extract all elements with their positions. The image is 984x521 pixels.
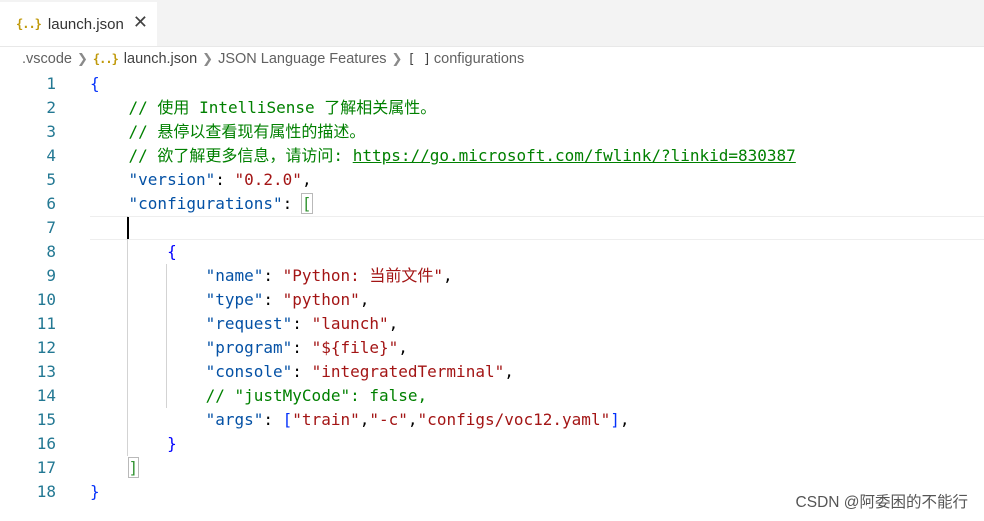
json-key: "args" <box>205 410 264 429</box>
watermark: CSDN @阿委困的不能行 <box>795 494 968 511</box>
comment-text: // 悬停以查看现有属性的描述。 <box>128 122 366 141</box>
line-number: 7 <box>46 218 56 237</box>
code-line: 11 "request": "launch", <box>0 312 984 336</box>
json-string: "${file}" <box>311 338 399 357</box>
line-number: 8 <box>46 242 56 261</box>
code-line: 10 "type": "python", <box>0 288 984 312</box>
json-string: "launch" <box>311 314 389 333</box>
code-line: 4 // 欲了解更多信息，请访问: https://go.microsoft.c… <box>0 144 984 168</box>
close-icon[interactable]: ✕ <box>133 13 148 31</box>
code-line: 13 "console": "integratedTerminal", <box>0 360 984 384</box>
line-number: 17 <box>36 458 56 477</box>
line-number: 3 <box>46 122 56 141</box>
code-line: 8 { <box>0 240 984 264</box>
code-line: 14 // "justMyCode": false, <box>0 384 984 408</box>
matched-bracket: [ <box>300 193 313 214</box>
line-number: 14 <box>36 386 56 405</box>
breadcrumb-item-vscode[interactable]: .vscode <box>22 51 72 67</box>
tab-launch-json[interactable]: {..} launch.json ✕ <box>0 2 157 46</box>
chevron-right-icon: ❯ <box>76 51 88 66</box>
tab-bar: {..} launch.json ✕ <box>0 0 984 47</box>
code-line: 17 ] <box>0 456 984 480</box>
text-cursor <box>127 217 129 239</box>
json-key: "configurations" <box>128 194 283 213</box>
fwlink-link[interactable]: https://go.microsoft.com/fwlink/?linkid=… <box>353 146 796 165</box>
line-number: 12 <box>36 338 56 357</box>
json-key: "request" <box>205 314 293 333</box>
json-string: "configs/voc12.yaml" <box>417 410 611 429</box>
json-key: "type" <box>205 290 264 309</box>
json-key: "console" <box>205 362 293 381</box>
code-line: 9 "name": "Python: 当前文件", <box>0 264 984 288</box>
chevron-right-icon: ❯ <box>391 51 403 66</box>
json-string: "0.2.0" <box>234 170 302 189</box>
line-number: 1 <box>46 74 56 93</box>
json-key: "program" <box>205 338 293 357</box>
line-number: 5 <box>46 170 56 189</box>
code-line: 16 } <box>0 432 984 456</box>
comment-text: // 欲了解更多信息，请访问: <box>128 146 353 165</box>
breadcrumb-item-launch-json[interactable]: launch.json <box>124 51 197 67</box>
breadcrumb: .vscode ❯ {..} launch.json ❯ JSON Langua… <box>22 48 524 70</box>
json-key: "version" <box>128 170 216 189</box>
array-bracket-icon: [ ] <box>407 51 431 67</box>
json-string: "train" <box>292 410 360 429</box>
json-string: "integratedTerminal" <box>311 362 505 381</box>
code-line: 15 "args": ["train","-c","configs/voc12.… <box>0 408 984 432</box>
line-number: 13 <box>36 362 56 381</box>
json-file-icon: {..} <box>16 17 42 31</box>
breadcrumb-item-json-features[interactable]: JSON Language Features <box>218 51 386 67</box>
json-string: "Python: 当前文件" <box>282 266 443 285</box>
breadcrumb-item-configurations[interactable]: configurations <box>434 51 524 67</box>
comment-text: // 使用 IntelliSense 了解相关属性。 <box>128 98 437 117</box>
code-line: 2 // 使用 IntelliSense 了解相关属性。 <box>0 96 984 120</box>
code-line: 7 <box>0 216 984 240</box>
code-line: 1 { <box>0 72 984 96</box>
tab-label: launch.json <box>47 15 124 33</box>
json-string: "python" <box>282 290 360 309</box>
matched-bracket: ] <box>127 457 140 478</box>
line-number: 11 <box>36 314 56 333</box>
json-string: "-c" <box>369 410 408 429</box>
code-line: 3 // 悬停以查看现有属性的描述。 <box>0 120 984 144</box>
line-number: 18 <box>36 482 56 501</box>
line-number: 2 <box>46 98 56 117</box>
json-key: "name" <box>205 266 264 285</box>
line-number: 6 <box>46 194 56 213</box>
code-line: 5 "version": "0.2.0", <box>0 168 984 192</box>
json-file-icon: {..} <box>92 52 119 66</box>
line-number: 9 <box>46 266 56 285</box>
code-editor[interactable]: 1 { 2 // 使用 IntelliSense 了解相关属性。 3 // 悬停… <box>0 72 984 521</box>
chevron-right-icon: ❯ <box>202 51 214 66</box>
line-number: 4 <box>46 146 56 165</box>
line-number: 16 <box>36 434 56 453</box>
code-line: 6 "configurations": [ <box>0 192 984 216</box>
line-number: 15 <box>36 410 56 429</box>
comment-text: // "justMyCode": false, <box>205 386 428 405</box>
code-line: 12 "program": "${file}", <box>0 336 984 360</box>
line-number: 10 <box>36 290 56 309</box>
